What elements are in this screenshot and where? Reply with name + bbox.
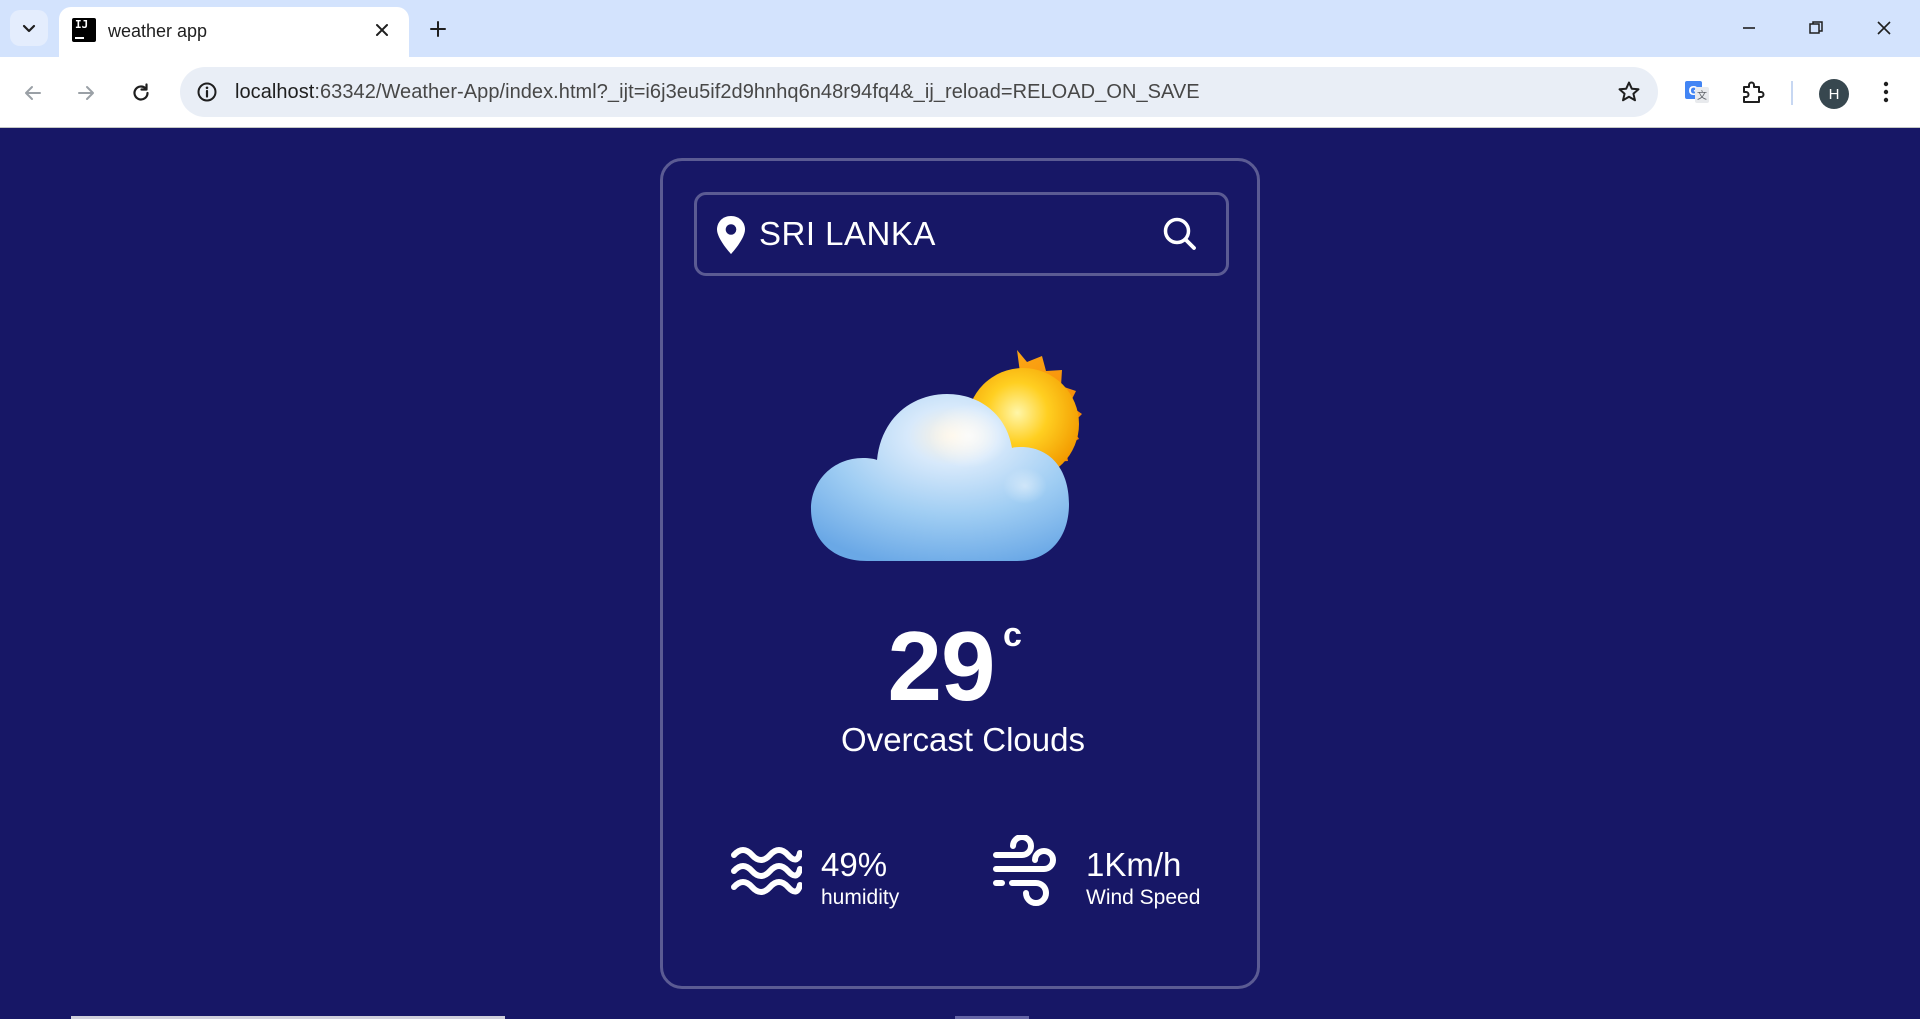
weather-card: 29 c Overcast Clouds 49% humidity — [660, 158, 1260, 989]
location-search-box — [694, 192, 1229, 276]
site-info-button[interactable] — [194, 79, 220, 105]
restore-button[interactable] — [1793, 8, 1839, 48]
url-text[interactable]: localhost:63342/Weather-App/index.html?_… — [235, 81, 1200, 104]
weather-page: 29 c Overcast Clouds 49% humidity — [0, 128, 1920, 1019]
close-window-button[interactable] — [1861, 8, 1907, 48]
humidity-value: 49% — [821, 846, 888, 883]
puzzle-icon — [1743, 81, 1765, 103]
chevron-down-icon — [22, 24, 36, 33]
info-icon — [197, 82, 217, 102]
humidity-label: humidity — [821, 886, 900, 909]
profile-avatar[interactable]: H — [1819, 79, 1849, 109]
back-button[interactable] — [13, 73, 53, 113]
browser-menu-button[interactable] — [1868, 74, 1904, 110]
location-input[interactable] — [759, 205, 1159, 263]
weather-condition: Overcast Clouds — [841, 721, 1085, 758]
intellij-favicon-icon: IJ — [72, 18, 96, 42]
tab-search-button[interactable] — [10, 10, 48, 46]
humidity-waves-icon — [731, 847, 802, 895]
wind-icon — [993, 835, 1056, 906]
wind-speed-label: Wind Speed — [1086, 886, 1201, 909]
plus-icon — [430, 21, 446, 37]
temperature-block: 29 c — [663, 616, 1263, 716]
star-icon — [1618, 81, 1640, 102]
wind-speed-value: 1Km/h — [1086, 846, 1182, 883]
tab-title: weather app — [108, 21, 208, 41]
close-icon — [1877, 21, 1891, 35]
toolbar-separator — [1791, 81, 1793, 105]
humidity-detail: 49% humidity — [730, 841, 930, 921]
extensions-button[interactable] — [1735, 74, 1771, 110]
forward-button[interactable] — [66, 73, 106, 113]
svg-text:文: 文 — [1697, 89, 1707, 102]
browser-toolbar: localhost:63342/Weather-App/index.html?_… — [0, 57, 1920, 128]
arrow-right-icon — [78, 86, 94, 100]
search-icon — [1163, 217, 1196, 250]
close-icon — [376, 24, 388, 36]
minimize-button[interactable] — [1726, 8, 1772, 48]
minimize-icon — [1743, 27, 1755, 29]
reload-icon — [133, 83, 149, 101]
location-pin-icon — [717, 216, 745, 254]
reload-button[interactable] — [121, 73, 161, 113]
cloud-sun-icon — [811, 350, 1082, 561]
url-host: localhost — [235, 81, 315, 103]
tab-close-button[interactable] — [368, 16, 396, 44]
arrow-left-icon — [25, 86, 41, 100]
google-translate-icon: G 文 — [1685, 81, 1709, 103]
kebab-menu-icon — [1883, 81, 1889, 103]
search-button[interactable] — [1159, 213, 1201, 255]
browser-tab-active[interactable]: IJ weather app — [59, 7, 409, 57]
browser-tabstrip: IJ weather app — [0, 0, 1920, 57]
temperature-unit: c — [1003, 616, 1022, 654]
url-path: :63342/Weather-App/index.html?_ijt=i6j3e… — [314, 81, 1200, 103]
new-tab-button[interactable] — [421, 12, 455, 46]
address-bar[interactable]: localhost:63342/Weather-App/index.html?_… — [180, 67, 1658, 117]
bookmark-button[interactable] — [1614, 77, 1644, 107]
wind-detail: 1Km/h Wind Speed — [992, 835, 1232, 921]
translate-button[interactable]: G 文 — [1679, 74, 1715, 110]
temperature-value: 29 — [887, 611, 995, 721]
restore-icon — [1809, 21, 1823, 34]
